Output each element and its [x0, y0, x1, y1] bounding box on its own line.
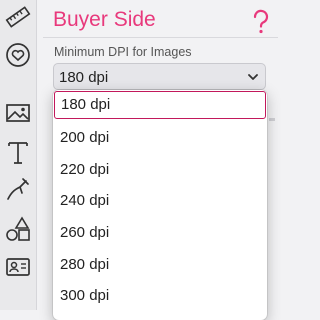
- dpi-label: Minimum DPI for Images: [54, 45, 192, 59]
- dpi-option-240[interactable]: 240 dpi: [53, 187, 267, 217]
- dpi-option-300[interactable]: 300 dpi: [53, 282, 267, 312]
- text-icon[interactable]: [4, 138, 32, 166]
- header-divider: [43, 37, 278, 38]
- dpi-option-180[interactable]: 180 dpi: [54, 91, 266, 119]
- pen-tool-icon[interactable]: [4, 175, 32, 203]
- dpi-select[interactable]: 180 dpi: [53, 63, 266, 90]
- badge-icon[interactable]: [4, 41, 32, 69]
- question-mark-icon[interactable]: [250, 9, 272, 35]
- dpi-selected-value: 180 dpi: [59, 69, 109, 86]
- dpi-dropdown-list: 180 dpi 200 dpi 220 dpi 240 dpi 260 dpi …: [53, 90, 267, 320]
- id-card-icon[interactable]: [4, 253, 32, 281]
- image-icon[interactable]: [4, 99, 32, 127]
- chevron-down-icon[interactable]: [246, 70, 260, 84]
- tool-rail: [0, 0, 37, 310]
- dpi-option-200[interactable]: 200 dpi: [53, 124, 267, 154]
- dpi-option-260[interactable]: 260 dpi: [53, 219, 267, 249]
- ruler-icon[interactable]: [4, 3, 32, 31]
- panel-title: Buyer Side: [53, 8, 156, 31]
- shapes-icon[interactable]: [4, 215, 32, 243]
- dpi-option-280[interactable]: 280 dpi: [53, 251, 267, 281]
- dpi-option-220[interactable]: 220 dpi: [53, 156, 267, 186]
- panel-edge-marker: [269, 118, 275, 121]
- settings-panel: Buyer Side Minimum DPI for Images 180 dp…: [37, 0, 278, 320]
